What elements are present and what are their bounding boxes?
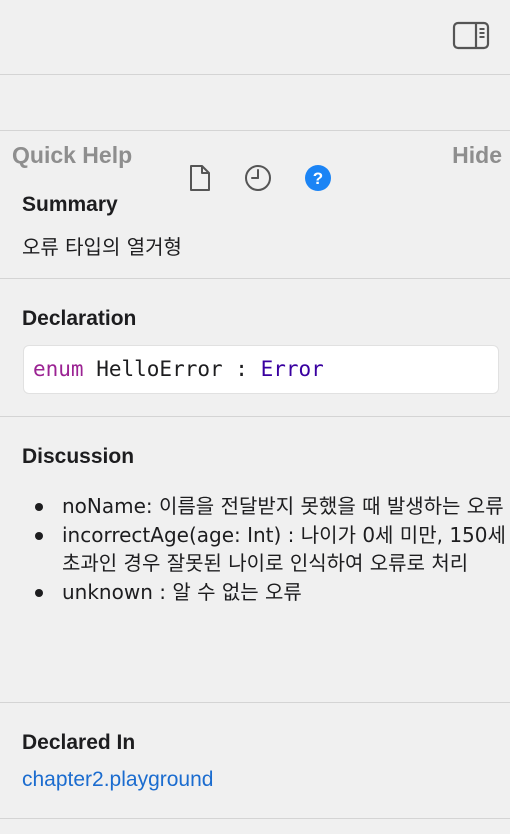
bullet-icon xyxy=(35,589,43,597)
summary-heading: Summary xyxy=(22,193,118,216)
sidebar-right-icon[interactable] xyxy=(452,20,490,52)
divider xyxy=(0,130,510,131)
quick-help-title: Quick Help xyxy=(12,142,133,168)
list-item-text: incorrectAge(age: Int) : 나이가 0세 미만, 150세… xyxy=(62,523,506,575)
divider xyxy=(0,278,510,279)
code-type: Error xyxy=(260,357,324,381)
bullet-icon xyxy=(35,532,43,540)
declaration-heading: Declaration xyxy=(22,307,137,330)
toolbar xyxy=(0,0,510,75)
list-item: unknown : 알 수 없는 오류 xyxy=(30,578,506,606)
divider xyxy=(0,702,510,703)
discussion-list: noName: 이름을 전달받지 못했을 때 발생하는 오류 incorrect… xyxy=(30,492,506,607)
list-item-text: noName: 이름을 전달받지 못했을 때 발생하는 오류 xyxy=(62,494,504,518)
list-item: incorrectAge(age: Int) : 나이가 0세 미만, 150세… xyxy=(30,521,506,577)
declaration-code: enum HelloError : Error xyxy=(33,357,324,381)
bullet-icon xyxy=(35,503,43,511)
list-item: noName: 이름을 전달받지 못했을 때 발생하는 오류 xyxy=(30,492,506,520)
inspector-tab-bar: ? xyxy=(0,76,510,191)
divider xyxy=(0,818,510,819)
divider xyxy=(0,74,510,75)
code-name: HelloError : xyxy=(83,357,261,381)
declared-in-link[interactable]: chapter2.playground xyxy=(22,768,213,792)
divider xyxy=(0,416,510,417)
hide-button[interactable]: Hide xyxy=(452,142,502,169)
declaration-code-box: enum HelloError : Error xyxy=(23,345,499,394)
summary-text: 오류 타입의 열거형 xyxy=(22,235,182,259)
list-item-text: unknown : 알 수 없는 오류 xyxy=(62,580,302,604)
code-keyword: enum xyxy=(33,357,84,381)
discussion-heading: Discussion xyxy=(22,445,135,468)
declared-in-heading: Declared In xyxy=(22,731,136,754)
